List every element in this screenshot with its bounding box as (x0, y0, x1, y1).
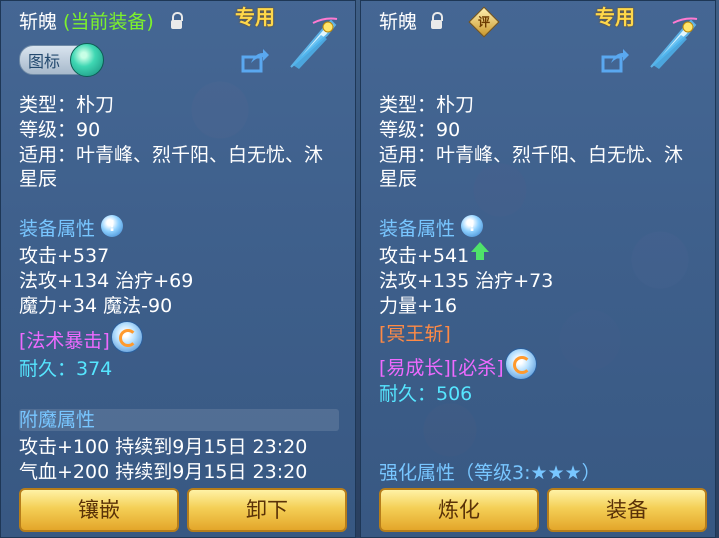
durability: 耐久：506 (379, 383, 473, 405)
exclusive-label: 专用 (595, 5, 635, 29)
refresh-icon[interactable] (505, 348, 537, 380)
up-arrow-icon (471, 242, 489, 260)
current-equipped-tag: (当前装备) (63, 11, 154, 33)
unequip-button[interactable]: 卸下 (187, 488, 347, 532)
special-attribute: [易成长][必杀] (379, 357, 504, 379)
refine-button[interactable]: 炼化 (379, 488, 539, 532)
share-icon[interactable] (601, 49, 629, 73)
toggle-knob-icon (70, 43, 104, 77)
enchant-line: 气血+200 持续到9月15日 23:20 (19, 461, 308, 483)
skill-name: [冥王斩] (379, 323, 451, 345)
equip-button[interactable]: 装备 (547, 488, 707, 532)
info-icon[interactable]: ! (101, 215, 123, 237)
attributes-header: 装备属性 (19, 218, 96, 240)
item-title: 斩魄 (19, 11, 58, 33)
attributes-header: 装备属性 (379, 218, 456, 240)
enchant-header: 附魔属性 (19, 409, 96, 431)
usable-by-line2: 星辰 (19, 168, 58, 190)
equipped-item-tooltip: 斩魄 (当前装备) 专用 图标 类型：朴刀 等级：90 适用：叶青峰、烈千阳、白… (0, 0, 356, 538)
enchant-line: 攻击+100 持续到9月15日 23:20 (19, 436, 308, 458)
item-type: 类型：朴刀 (19, 94, 115, 116)
compare-item-tooltip: 斩魄 评 专用 类型：朴刀 等级：90 适用：叶青峰、烈千阳、白无忧、沐 星辰 … (360, 0, 716, 538)
attribute-line: 法攻+135 治疗+73 (379, 270, 554, 292)
icon-toggle-label: 图标 (28, 52, 61, 71)
lock-icon[interactable] (171, 12, 183, 29)
info-icon[interactable]: ! (461, 215, 483, 237)
strengthen-attributes: 强化属性（等级3:★★★） (379, 462, 601, 484)
lock-icon[interactable] (431, 12, 443, 29)
share-icon[interactable] (241, 49, 269, 73)
attribute-line: 力量+16 (379, 295, 458, 317)
durability: 耐久：374 (19, 358, 113, 380)
usable-by-line1: 适用：叶青峰、烈千阳、白无忧、沐 (19, 144, 324, 166)
special-attribute: [法术暴击] (19, 330, 110, 352)
usable-by-line1: 适用：叶青峰、烈千阳、白无忧、沐 (379, 144, 684, 166)
attribute-line: 攻击+537 (19, 245, 110, 267)
item-level: 等级：90 (19, 119, 101, 141)
item-type: 类型：朴刀 (379, 94, 475, 116)
attribute-line: 魔力+34 魔法-90 (19, 295, 173, 317)
rating-badge-label: 评 (477, 15, 490, 29)
rating-badge-icon[interactable]: 评 (468, 6, 500, 38)
blade-weapon-icon (283, 15, 343, 75)
item-level: 等级：90 (379, 119, 461, 141)
usable-by-line2: 星辰 (379, 168, 418, 190)
blade-weapon-icon (643, 15, 703, 75)
item-title: 斩魄 (379, 11, 418, 33)
attribute-line: 攻击+541 (379, 245, 470, 267)
icon-toggle[interactable]: 图标 (19, 43, 104, 77)
inlay-button[interactable]: 镶嵌 (19, 488, 179, 532)
exclusive-label: 专用 (235, 5, 275, 29)
refresh-icon[interactable] (111, 321, 143, 353)
attribute-line: 法攻+134 治疗+69 (19, 270, 194, 292)
